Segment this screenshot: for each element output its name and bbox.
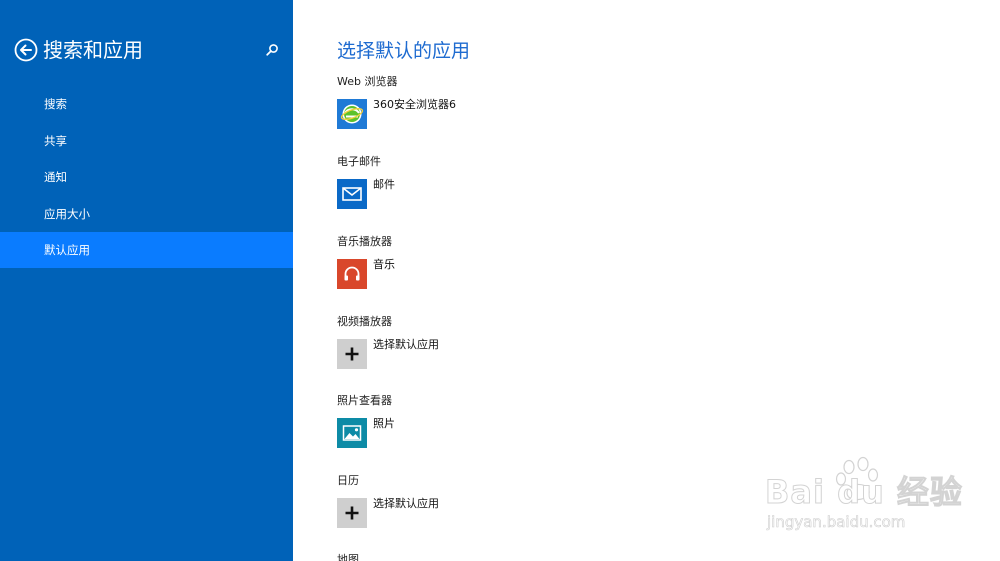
mail-icon: [337, 179, 367, 209]
default-email-button[interactable]: 邮件: [337, 178, 737, 209]
section-maps: 地图: [337, 553, 737, 561]
app-name: 照片: [373, 417, 395, 430]
default-browser-button[interactable]: 360安全浏览器6: [337, 98, 737, 129]
app-name: 邮件: [373, 178, 395, 191]
app-name: 选择默认应用: [373, 338, 439, 351]
sidebar: 搜索和应用 搜索 共享 通知 应用大小 默认应用: [0, 0, 293, 561]
section-email: 电子邮件 邮件: [337, 155, 737, 209]
search-icon: [266, 44, 278, 56]
browser-360-icon: [337, 99, 367, 129]
section-video-player: 视频播放器 选择默认应用: [337, 315, 737, 369]
watermark-url: jingyan.baidu.com: [767, 513, 906, 532]
plus-icon: [337, 498, 367, 528]
sidebar-title: 搜索和应用: [43, 38, 143, 62]
settings-window: 搜索和应用 搜索 共享 通知 应用大小 默认应用 选择默认的应用 Web 浏览器: [0, 0, 1000, 561]
choose-video-app-button[interactable]: 选择默认应用: [337, 338, 737, 369]
baidu-watermark: Bai du 经验 jingyan.baidu.com: [765, 455, 962, 535]
sidebar-item-app-sizes[interactable]: 应用大小: [0, 196, 293, 232]
section-label: 音乐播放器: [337, 235, 392, 248]
default-music-button[interactable]: 音乐: [337, 258, 737, 289]
choose-calendar-app-button[interactable]: 选择默认应用: [337, 497, 737, 528]
watermark-brand: Bai du 经验: [765, 473, 963, 512]
section-label: Web 浏览器: [337, 75, 398, 88]
sidebar-item-search[interactable]: 搜索: [0, 86, 293, 122]
headphones-icon: [337, 259, 367, 289]
sidebar-item-share[interactable]: 共享: [0, 123, 293, 159]
section-label: 视频播放器: [337, 315, 392, 328]
search-button[interactable]: [264, 42, 280, 58]
plus-icon: [337, 339, 367, 369]
app-name: 360安全浏览器6: [373, 98, 456, 111]
section-label: 日历: [337, 474, 359, 487]
section-label: 照片查看器: [337, 394, 392, 407]
section-label: 地图: [337, 553, 359, 561]
app-name: 音乐: [373, 258, 395, 271]
default-photo-button[interactable]: 照片: [337, 417, 737, 448]
app-name: 选择默认应用: [373, 497, 439, 510]
section-calendar: 日历 选择默认应用: [337, 474, 737, 528]
section-label: 电子邮件: [337, 155, 381, 168]
sidebar-header: 搜索和应用: [14, 36, 284, 66]
photo-icon: [337, 418, 367, 448]
section-music-player: 音乐播放器 音乐: [337, 235, 737, 289]
sidebar-nav: 搜索 共享 通知 应用大小 默认应用: [0, 86, 293, 269]
sidebar-item-notifications[interactable]: 通知: [0, 159, 293, 195]
back-button[interactable]: [14, 38, 38, 62]
back-arrow-icon: [14, 38, 38, 62]
section-web-browser: Web 浏览器 360安全浏览器6: [337, 75, 737, 129]
page-title: 选择默认的应用: [337, 40, 471, 62]
sidebar-item-default-apps[interactable]: 默认应用: [0, 232, 293, 269]
section-photo-viewer: 照片查看器 照片: [337, 394, 737, 448]
